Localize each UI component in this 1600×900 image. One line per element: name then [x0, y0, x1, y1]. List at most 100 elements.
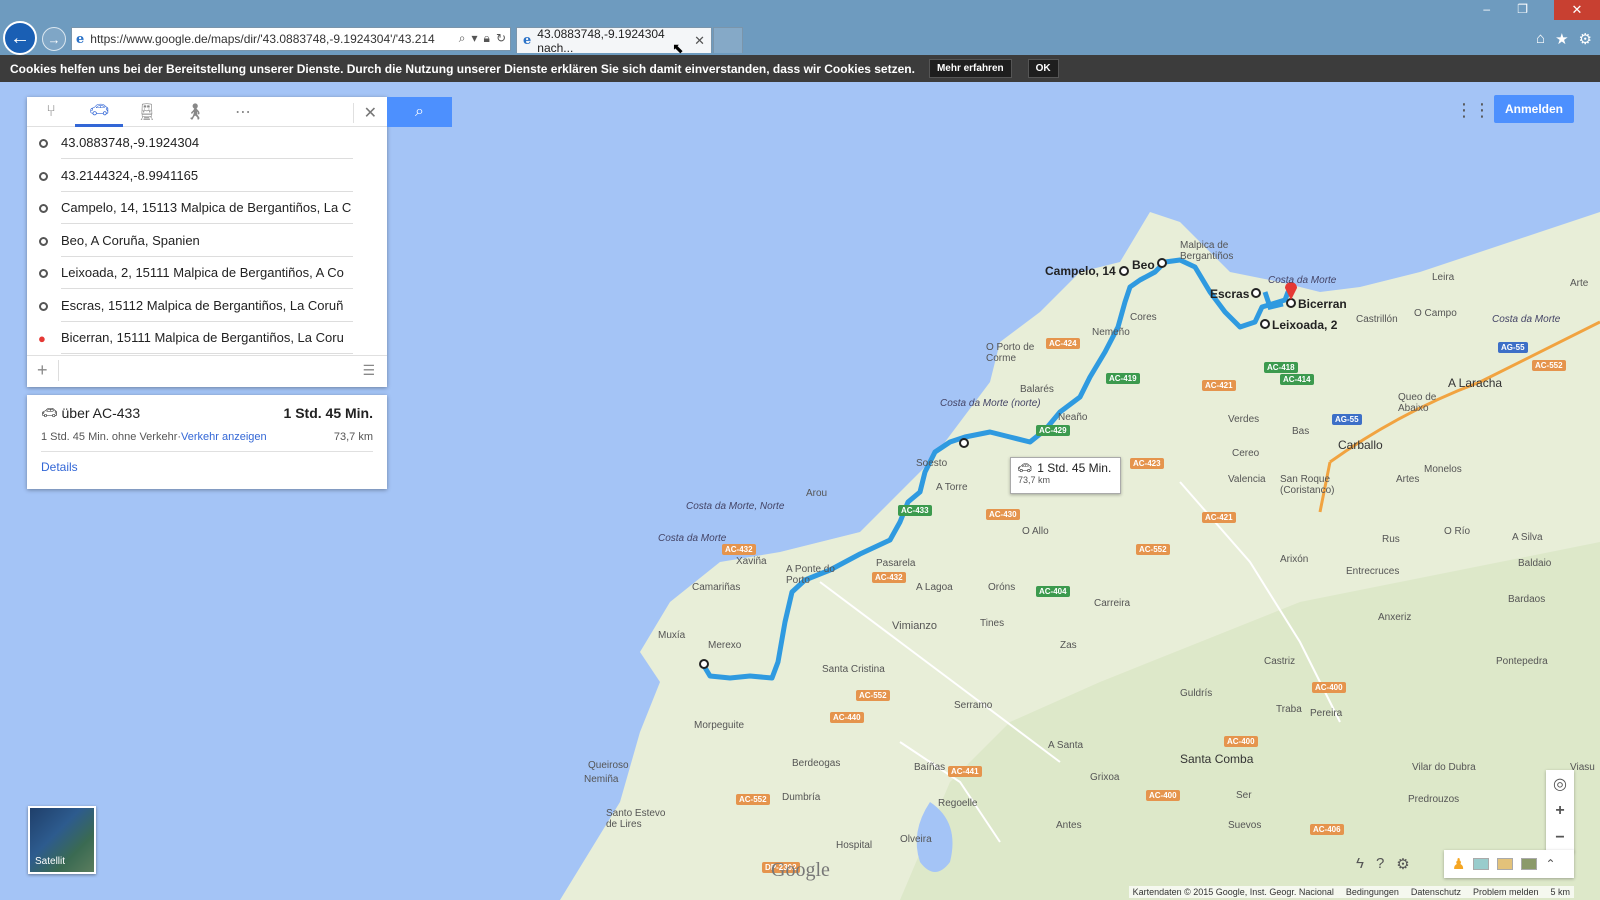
cookie-ok-button[interactable]: OK — [1027, 59, 1059, 78]
map-label-suevos: Suevos — [1228, 820, 1262, 831]
map-label-castriz: Castriz — [1264, 656, 1296, 667]
waypoint-input[interactable]: Escras, 15112 Malpica de Bergantiños, La… — [61, 290, 353, 322]
map-label-antes: Antes — [1056, 820, 1082, 831]
map-label-o-allo: O Allo — [1022, 526, 1049, 537]
route-distance: 73,7 km — [333, 431, 373, 443]
search-icon: ⌕ — [415, 103, 424, 120]
route-options-icon[interactable]: ☰ — [362, 362, 375, 379]
map-label-dumbria: Dumbría — [782, 792, 821, 803]
map-label-cereo: Cereo — [1232, 448, 1260, 459]
back-button[interactable]: ← — [3, 21, 37, 55]
pegman-icon[interactable]: ♟ — [1452, 855, 1465, 873]
map-label-morpeguite: Morpeguite — [694, 720, 745, 731]
map-data-text: Kartendaten © 2015 Google, Inst. Geogr. … — [1132, 887, 1334, 897]
map-label-o-porto: O Porto de Corme — [986, 342, 1035, 364]
tab-close-icon[interactable]: ✕ — [694, 33, 705, 49]
forward-button[interactable]: → — [42, 27, 66, 51]
waypoint-row[interactable]: Campelo, 14, 15113 Malpica de Bergantiño… — [27, 192, 387, 225]
new-tab-button[interactable] — [713, 27, 743, 53]
road-badge: AC-400 — [1312, 682, 1346, 693]
google-logo: Google — [771, 859, 830, 881]
bubble-time: 1 Std. 45 Min. — [1037, 461, 1112, 475]
mode-best-icon[interactable]: ⑂ — [27, 97, 75, 127]
waypoint-row[interactable]: Leixoada, 2, 15111 Malpica de Bergantiño… — [27, 257, 387, 290]
star-icon[interactable]: ★ — [1555, 30, 1568, 48]
map-label-arou: Arou — [806, 488, 828, 499]
waypoint-input[interactable]: 43.2144324,-8.9941165 — [61, 160, 353, 192]
mode-transit-icon[interactable]: 🚆︎ — [123, 97, 171, 127]
imagery-thumb[interactable] — [1497, 858, 1514, 870]
home-icon[interactable]: ⌂ — [1536, 30, 1545, 48]
road-badge: AC-421 — [1202, 512, 1236, 523]
car-icon: 🚗︎ — [1017, 461, 1033, 475]
waypoint-row[interactable]: 43.0883748,-9.1924304 — [27, 127, 387, 160]
mode-walk-icon[interactable]: 🚶︎ — [171, 97, 219, 127]
terms-link[interactable]: Bedingungen — [1346, 887, 1399, 897]
imagery-thumb[interactable] — [1521, 858, 1538, 870]
more-info-button[interactable]: Mehr erfahren — [928, 59, 1012, 78]
road-badge: AC-433 — [898, 505, 932, 516]
close-window-button[interactable]: ✕ — [1554, 0, 1600, 20]
waypoint-input[interactable]: Bicerran, 15111 Malpica de Bergantiños, … — [61, 322, 353, 355]
address-bar[interactable]: e https://www.google.de/maps/dir/'43.088… — [71, 27, 511, 51]
waypoint-row[interactable]: 43.2144324,-8.9941165 — [27, 160, 387, 193]
help-icon[interactable]: ? — [1376, 855, 1384, 873]
my-location-icon[interactable]: ◎ — [1553, 770, 1567, 797]
map-label-vilar-do-dubra: Vilar do Dubra — [1412, 762, 1476, 773]
privacy-link[interactable]: Datenschutz — [1411, 887, 1461, 897]
map-label-nemeno: Nemeño — [1092, 327, 1130, 338]
gear-icon[interactable]: ⚙ — [1579, 30, 1592, 48]
waypoint-row[interactable]: Beo, A Coruña, Spanien — [27, 225, 387, 258]
waypoint-input[interactable]: Leixoada, 2, 15111 Malpica de Bergantiño… — [61, 257, 353, 290]
satellite-label: Satellit — [35, 856, 66, 867]
map-label-muxia: Muxía — [658, 630, 686, 641]
sign-in-button[interactable]: Anmelden — [1494, 95, 1574, 123]
waypoint-input[interactable]: Beo, A Coruña, Spanien — [61, 225, 353, 257]
route-summary-card[interactable]: 🚗︎ über AC-433 1 Std. 45 Min. 1 Std. 45 … — [27, 395, 387, 489]
route-no-traffic: 1 Std. 45 Min. ohne Verkehr — [41, 431, 178, 443]
route-details-link[interactable]: Details — [41, 460, 373, 474]
add-destination-button[interactable]: + — [37, 359, 59, 381]
waypoint-input[interactable]: Campelo, 14, 15113 Malpica de Bergantiño… — [61, 192, 353, 225]
map-label-costa-norte: Costa da Morte (norte) — [940, 398, 1041, 409]
zoom-in-button[interactable]: + — [1555, 797, 1564, 824]
search-button[interactable]: ⌕ — [387, 97, 452, 127]
map-label-costa-morte-2: Costa da Morte — [1492, 314, 1561, 325]
satellite-toggle[interactable]: Satellit — [28, 806, 96, 874]
minimize-button[interactable]: – — [1483, 2, 1490, 16]
search-icon[interactable]: ⌕ — [459, 31, 466, 46]
refresh-icon[interactable]: ↻ — [496, 31, 506, 46]
waypoint-row[interactable]: Escras, 15112 Malpica de Bergantiños, La… — [27, 290, 387, 323]
url-text: https://www.google.de/maps/dir/'43.08837… — [90, 32, 435, 46]
scale-text: 5 km — [1550, 887, 1570, 897]
map-label-orons: Oróns — [988, 582, 1016, 593]
gear-icon[interactable]: ⚙ — [1396, 855, 1409, 873]
maximize-button[interactable]: ❐ — [1517, 2, 1528, 16]
lock-icon[interactable]: 🔒︎ — [484, 31, 490, 46]
road-badge: AC-432 — [872, 572, 906, 583]
map-label-pasarela: Pasarela — [876, 558, 916, 569]
zoom-out-button[interactable]: − — [1555, 824, 1564, 851]
route-info-bubble[interactable]: 🚗︎ 1 Std. 45 Min. 73,7 km — [1010, 457, 1121, 494]
map-label-costa-morte-1: Costa da Morte — [1268, 275, 1337, 286]
road-badge: AC-423 — [1130, 458, 1164, 469]
dropdown-icon[interactable]: ▾ — [472, 31, 478, 46]
lightning-icon[interactable]: ϟ — [1356, 855, 1364, 873]
mode-car-icon[interactable]: 🚗︎ — [75, 97, 123, 127]
map-label-bainas: Baíñas — [914, 762, 946, 773]
waypoint-input[interactable]: 43.0883748,-9.1924304 — [61, 127, 353, 160]
map-label-queo-de-abaixo: Queo de Abaixo — [1398, 392, 1437, 414]
travel-mode-bar: ⑂ 🚗︎ 🚆︎ 🚶︎ ⋯ ✕ — [27, 97, 387, 127]
show-traffic-link[interactable]: Verkehr anzeigen — [181, 431, 267, 443]
street-view-bar: ♟ ⌃ — [1444, 850, 1574, 878]
imagery-thumb[interactable] — [1473, 858, 1490, 870]
chevron-up-icon[interactable]: ⌃ — [1545, 857, 1555, 871]
map-label-serramo: Serramo — [954, 700, 993, 711]
mode-more-icon[interactable]: ⋯ — [219, 97, 267, 127]
report-problem-link[interactable]: Problem melden — [1473, 887, 1539, 897]
waypoint-dot-icon — [39, 171, 48, 181]
close-directions-icon[interactable]: ✕ — [352, 103, 377, 123]
waypoint-row[interactable]: ● Bicerran, 15111 Malpica de Bergantiños,… — [27, 322, 387, 355]
map-label-santo-estevo: Santo Estevo de Lires — [606, 808, 666, 830]
map-label-san-roque: San Roque (Coristanco) — [1280, 474, 1335, 496]
